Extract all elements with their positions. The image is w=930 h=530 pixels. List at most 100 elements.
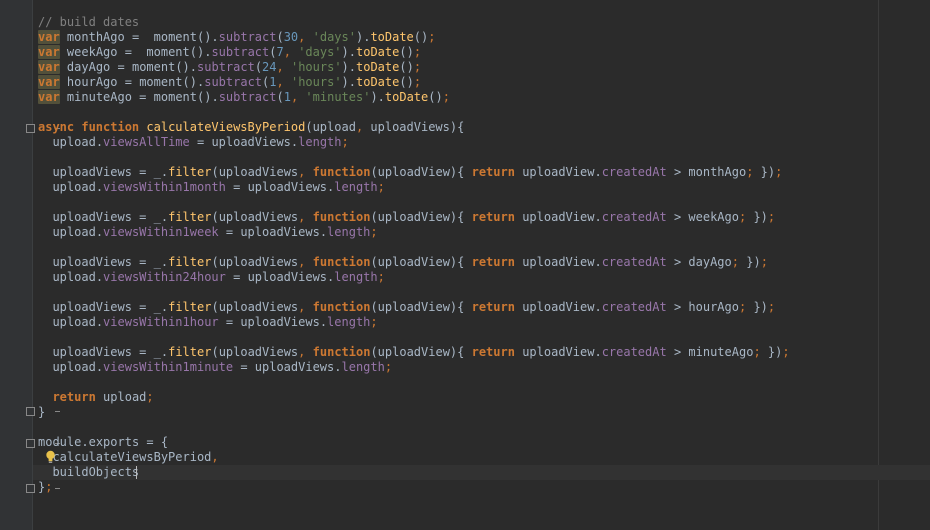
identifier-token: uploadViews: [52, 255, 132, 269]
keyword-token: function: [312, 165, 371, 179]
identifier-token: uploadView: [377, 345, 450, 359]
identifier-token: uploadViews: [370, 120, 450, 134]
identifier-token: upload: [52, 135, 96, 149]
identifier-token: buildObjects: [52, 465, 140, 479]
text-caret: [136, 466, 137, 479]
number-token: 1: [269, 75, 277, 89]
keyword-token: var: [38, 30, 60, 44]
code-line: uploadViews = _.filter(uploadViews, func…: [52, 165, 783, 179]
property-token: viewsWithin1week: [103, 225, 219, 239]
identifier-token: weekAgo: [688, 210, 739, 224]
code-line: buildObjects: [38, 465, 790, 480]
fold-end-function-icon[interactable]: [26, 407, 60, 416]
code-line: var monthAgo = moment().subtract(30, 'da…: [38, 30, 436, 44]
keyword-token: var: [38, 60, 60, 74]
string-token: 'hours': [290, 60, 342, 74]
identifier-token: moment: [153, 30, 197, 44]
number-token: 24: [262, 60, 277, 74]
code-line: upload.viewsWithin24hour = uploadViews.l…: [52, 270, 385, 284]
code-line: // build dates: [38, 15, 790, 30]
string-token: 'minutes': [305, 90, 371, 104]
identifier-token: uploadViews: [247, 180, 328, 194]
code-line: uploadViews = _.filter(uploadViews, func…: [52, 300, 776, 314]
identifier-token: uploadView: [522, 255, 595, 269]
method-token: toDate: [384, 90, 429, 104]
identifier-token: uploadView: [377, 255, 450, 269]
fold-toggle-function-icon[interactable]: [26, 124, 60, 133]
keyword-token: var: [38, 90, 60, 104]
code-line: var minuteAgo = moment().subtract(1, 'mi…: [38, 90, 450, 104]
code-line: return upload;: [52, 390, 154, 404]
identifier-token: _: [153, 165, 161, 179]
identifier-token: calculateViewsByPeriod: [52, 450, 212, 464]
property-token: length: [341, 360, 385, 374]
code-line: upload.viewsWithin1week = uploadViews.le…: [52, 225, 378, 239]
keyword-token: return: [471, 165, 515, 179]
identifier-token: uploadView: [522, 300, 595, 314]
number-token: 7: [276, 45, 284, 59]
identifier-token: uploadViews: [52, 300, 132, 314]
identifier-token: module: [38, 435, 82, 449]
code-line: }: [38, 405, 46, 419]
method-token: filter: [168, 300, 212, 314]
identifier-token: uploadViews: [254, 360, 335, 374]
identifier-token: uploadViews: [240, 225, 320, 239]
method-token: subtract: [204, 75, 263, 89]
identifier-token: uploadViews: [218, 210, 299, 224]
property-token: length: [327, 225, 371, 239]
property-token: createdAt: [601, 345, 667, 359]
identifier-token: uploadViews: [52, 210, 132, 224]
identifier-token: uploadView: [522, 210, 595, 224]
property-token: length: [327, 315, 371, 329]
identifier-token: uploadView: [377, 165, 450, 179]
identifier-token: upload: [52, 270, 96, 284]
identifier-token: uploadViews: [52, 165, 132, 179]
code-area[interactable]: // build dates var monthAgo = moment().su…: [38, 15, 790, 495]
code-line: uploadViews = _.filter(uploadViews, func…: [52, 210, 776, 224]
fold-end-exports-icon[interactable]: [26, 484, 60, 493]
identifier-token: uploadViews: [218, 255, 299, 269]
identifier-token: _: [153, 255, 161, 269]
identifier-token: uploadViews: [218, 300, 299, 314]
identifier-token: moment: [146, 45, 190, 59]
keyword-token: return: [52, 390, 96, 404]
comment-token: // build dates: [38, 15, 140, 29]
method-token: subtract: [218, 30, 277, 44]
method-token: toDate: [356, 45, 400, 59]
property-token: viewsWithin1hour: [103, 315, 219, 329]
keyword-token: return: [471, 300, 515, 314]
code-line: uploadViews = _.filter(uploadViews, func…: [52, 255, 768, 269]
method-token: filter: [168, 255, 212, 269]
identifier-token: minuteAgo: [688, 345, 754, 359]
keyword-token: async: [38, 120, 75, 134]
identifier-token: exports: [88, 435, 140, 449]
gutter-divider: [32, 0, 33, 530]
fold-toggle-exports-icon[interactable]: [26, 439, 60, 448]
code-line: upload.viewsAllTime = uploadViews.length…: [52, 135, 349, 149]
keyword-token: var: [38, 45, 60, 59]
code-line: module.exports = {: [38, 435, 169, 449]
keyword-token: function: [312, 255, 371, 269]
code-line: var dayAgo = moment().subtract(24, 'hour…: [38, 60, 422, 74]
identifier-token: upload: [52, 225, 96, 239]
identifier-token: monthAgo: [66, 30, 125, 44]
identifier-token: upload: [312, 120, 356, 134]
code-editor[interactable]: // build dates var monthAgo = moment().su…: [0, 0, 930, 530]
identifier-token: hourAgo: [66, 75, 118, 89]
string-token: 'days': [298, 45, 342, 59]
identifier-token: uploadViews: [247, 270, 328, 284]
code-line: };: [38, 480, 53, 494]
lightbulb-icon[interactable]: [45, 450, 56, 464]
code-line: var weekAgo = moment().subtract(7, 'days…: [38, 45, 422, 59]
identifier-token: dayAgo: [66, 60, 111, 74]
property-token: createdAt: [601, 300, 667, 314]
keyword-token: return: [471, 255, 515, 269]
editor-gutter[interactable]: [0, 0, 32, 530]
identifier-token: uploadView: [377, 210, 450, 224]
method-token: toDate: [356, 75, 400, 89]
identifier-token: upload: [103, 390, 147, 404]
